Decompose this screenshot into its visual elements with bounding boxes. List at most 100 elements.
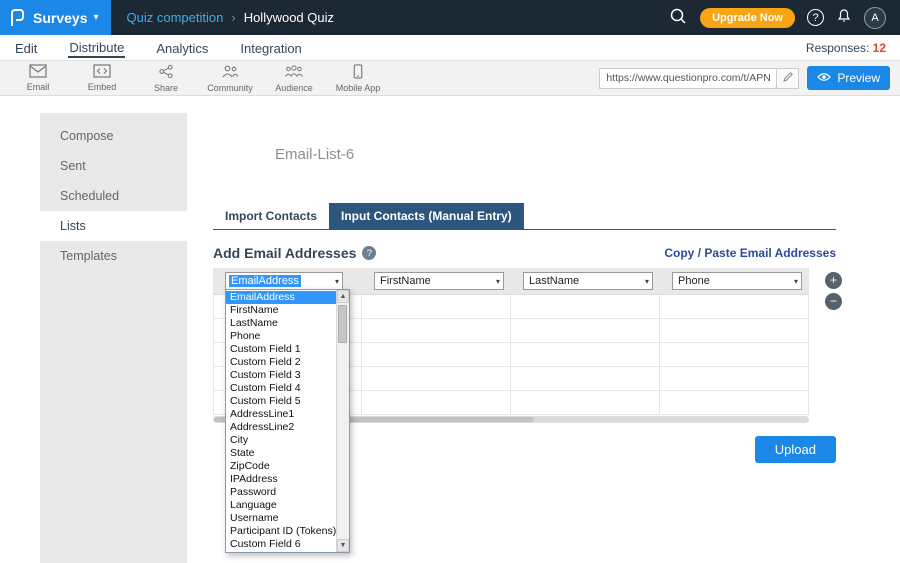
dropdown-option[interactable]: Custom Field 1 <box>226 343 336 356</box>
search-icon <box>668 6 688 29</box>
contacts-tabs: Import Contacts Input Contacts (Manual E… <box>213 203 836 230</box>
bell-icon <box>836 8 852 27</box>
table-cell[interactable] <box>660 319 809 342</box>
toolbar-item-label: Community <box>207 83 253 93</box>
dropdown-option[interactable]: City <box>226 434 336 447</box>
dropdown-option[interactable]: AddressLine2 <box>226 421 336 434</box>
survey-url-group <box>599 68 799 89</box>
table-cell[interactable] <box>362 367 511 390</box>
column-select-3[interactable]: LastName ▾ <box>523 272 653 290</box>
search-button[interactable] <box>668 6 688 29</box>
upgrade-now-button[interactable]: Upgrade Now <box>700 8 795 28</box>
dropdown-option[interactable]: Custom Field 3 <box>226 369 336 382</box>
breadcrumb-current: Hollywood Quiz <box>244 10 334 25</box>
table-cell[interactable] <box>511 391 660 414</box>
column-select-2[interactable]: FirstName ▾ <box>374 272 504 290</box>
dropdown-option[interactable]: Custom Field 2 <box>226 356 336 369</box>
dropdown-option[interactable]: Language <box>226 499 336 512</box>
toolbar-item-embed[interactable]: Embed <box>70 61 134 95</box>
table-cell[interactable] <box>511 343 660 366</box>
section-heading: Add Email Addresses <box>213 245 356 261</box>
scroll-up-button[interactable]: ▲ <box>337 290 349 303</box>
breadcrumb-survey-group[interactable]: Quiz competition <box>127 10 224 25</box>
table-cell[interactable] <box>660 391 809 414</box>
dropdown-scroll-thumb[interactable] <box>338 305 347 343</box>
table-cell[interactable] <box>362 391 511 414</box>
table-cell[interactable] <box>511 319 660 342</box>
column-field-dropdown: EmailAddress FirstName LastName Phone Cu… <box>225 289 350 553</box>
toolbar-item-mobile-app[interactable]: Mobile App <box>326 61 390 95</box>
responses-summary[interactable]: Responses: 12 <box>806 41 886 55</box>
responses-count: 12 <box>873 41 886 55</box>
toolbar-item-label: Mobile App <box>336 83 381 93</box>
nav-tab-edit[interactable]: Edit <box>14 39 38 57</box>
dropdown-option[interactable]: Custom Field 5 <box>226 395 336 408</box>
product-switcher[interactable]: Surveys ▾ <box>0 0 111 35</box>
remove-row-button[interactable]: − <box>825 293 842 310</box>
table-cell[interactable] <box>511 295 660 318</box>
table-cell[interactable] <box>362 319 511 342</box>
toolbar-item-community[interactable]: Community <box>198 61 262 95</box>
column-select-value: LastName <box>527 275 581 287</box>
table-cell[interactable] <box>660 343 809 366</box>
toolbar-item-email[interactable]: Email <box>6 61 70 95</box>
caret-down-icon: ▾ <box>93 12 98 23</box>
dropdown-option[interactable]: Phone <box>226 330 336 343</box>
dropdown-option[interactable]: Participant ID (Tokens) <box>226 525 336 538</box>
dropdown-option[interactable]: FirstName <box>226 304 336 317</box>
table-cell[interactable] <box>362 343 511 366</box>
sidebar-item-templates[interactable]: Templates <box>40 241 187 271</box>
responses-label: Responses: <box>806 41 869 55</box>
nav-tab-distribute[interactable]: Distribute <box>68 38 125 58</box>
contacts-grid: EmailAddress ▾ FirstName ▾ LastName <box>213 268 809 423</box>
questionpro-logo-icon <box>7 8 27 28</box>
dropdown-option[interactable]: Password <box>226 486 336 499</box>
toolbar-item-share[interactable]: Share <box>134 61 198 95</box>
edit-url-button[interactable] <box>777 68 799 89</box>
preview-button[interactable]: Preview <box>807 66 890 90</box>
column-header-cell: EmailAddress ▾ <box>213 272 362 290</box>
column-select-4[interactable]: Phone ▾ <box>672 272 802 290</box>
nav-tab-analytics[interactable]: Analytics <box>155 39 209 57</box>
help-icon[interactable]: ? <box>362 246 376 260</box>
column-select-value: EmailAddress <box>229 275 301 287</box>
dropdown-option[interactable]: Custom Field 6 <box>226 538 336 551</box>
column-select-1[interactable]: EmailAddress ▾ <box>225 272 343 290</box>
survey-url-input[interactable] <box>599 68 777 89</box>
table-cell[interactable] <box>660 295 809 318</box>
table-cell[interactable] <box>511 367 660 390</box>
upload-button[interactable]: Upload <box>755 436 836 463</box>
table-cell[interactable] <box>660 367 809 390</box>
dropdown-option[interactable]: LastName <box>226 317 336 330</box>
dropdown-option[interactable]: State <box>226 447 336 460</box>
dropdown-option[interactable]: Custom Field 4 <box>226 382 336 395</box>
copy-paste-emails-link[interactable]: Copy / Paste Email Addresses <box>664 246 836 260</box>
help-button[interactable]: ? <box>807 9 824 26</box>
eye-icon <box>817 71 831 85</box>
tab-input-contacts-manual[interactable]: Input Contacts (Manual Entry) <box>329 203 524 229</box>
notifications-button[interactable] <box>836 8 852 27</box>
add-row-button[interactable]: + <box>825 272 842 289</box>
sidebar-item-lists[interactable]: Lists <box>40 211 187 241</box>
tab-import-contacts[interactable]: Import Contacts <box>213 203 329 229</box>
distribute-toolbar: Email Embed Share Community Audience <box>0 60 900 96</box>
sidebar-item-scheduled[interactable]: Scheduled <box>40 181 187 211</box>
dropdown-option[interactable]: IPAddress <box>226 473 336 486</box>
dropdown-scroll-track[interactable] <box>337 303 349 539</box>
sidebar-item-compose[interactable]: Compose <box>40 121 187 151</box>
sidebar-item-sent[interactable]: Sent <box>40 151 187 181</box>
dropdown-scrollbar[interactable]: ▲ ▼ <box>336 290 349 552</box>
email-sidebar: Compose Sent Scheduled Lists Templates <box>40 113 187 563</box>
nav-tab-integration[interactable]: Integration <box>239 39 302 57</box>
dropdown-option[interactable]: ZipCode <box>226 460 336 473</box>
toolbar-item-audience[interactable]: Audience <box>262 61 326 95</box>
select-arrow-icon: ▾ <box>335 277 339 286</box>
dropdown-option[interactable]: AddressLine1 <box>226 408 336 421</box>
table-cell[interactable] <box>362 295 511 318</box>
dropdown-option[interactable]: EmailAddress <box>226 291 336 304</box>
scroll-down-button[interactable]: ▼ <box>337 539 349 552</box>
toolbar-item-label: Share <box>154 83 178 93</box>
dropdown-option[interactable]: Username <box>226 512 336 525</box>
avatar[interactable]: A <box>864 7 886 29</box>
toolbar-item-label: Embed <box>88 82 117 92</box>
